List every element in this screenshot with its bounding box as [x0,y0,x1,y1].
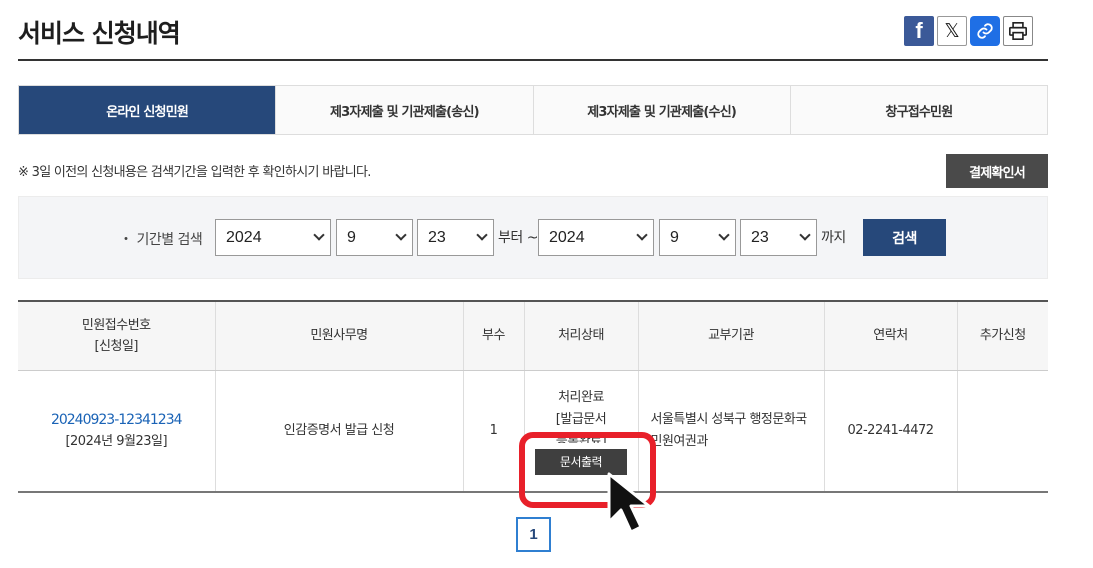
table-header-row: 민원접수번호 [신청일] 민원사무명 부수 처리상태 교부기관 연락처 추가신청 [18,301,1048,371]
to-day-select[interactable]: 23 [740,219,817,256]
status-text: 처리완료 [558,389,604,405]
chevron-down-icon [395,229,407,241]
header-extra-request: 추가신청 [957,301,1048,371]
to-year-value: 2024 [549,228,585,246]
from-day-value: 23 [428,228,446,246]
title-divider [18,59,1048,61]
to-day-value: 23 [751,228,769,246]
receipt-number-link[interactable]: 20240923-12341234 [18,409,215,431]
from-month-select[interactable]: 9 [336,219,413,256]
application-date: [2024년 9월23일] [65,433,168,449]
to-suffix: 까지 [821,230,846,246]
agency-department: 민원여권과 [650,433,709,449]
header-service-name: 민원사무명 [215,301,464,371]
status-detail: [발급문서 [555,411,607,427]
printer-icon [1009,22,1027,40]
header-contact: 연락처 [824,301,958,371]
chevron-down-icon [799,229,811,241]
search-button[interactable]: 검색 [863,219,946,256]
chevron-down-icon [476,229,488,241]
tab-counter-application[interactable]: 창구접수민원 [791,86,1047,134]
period-search-panel: ・ 기간별 검색 2024 9 23 부터 ~ 2024 9 23 까지 검색 [18,196,1048,279]
from-month-value: 9 [347,228,356,246]
payment-receipt-button[interactable]: 결제확인서 [946,154,1048,188]
cell-status: 처리완료 [발급문서 등록완료] 문서출력 [524,370,639,492]
application-table: 민원접수번호 [신청일] 민원사무명 부수 처리상태 교부기관 연락처 추가신청… [18,300,1048,493]
to-month-value: 9 [670,228,679,246]
header-agency: 교부기관 [638,301,825,371]
link-icon [977,23,993,39]
page-title: 서비스 신청내역 [18,19,181,48]
header-status: 처리상태 [524,301,639,371]
from-suffix: 부터 ~ [498,230,538,246]
to-year-select[interactable]: 2024 [538,219,654,256]
cell-copies: 1 [463,370,525,492]
chevron-down-icon [718,229,730,241]
from-year-value: 2024 [226,228,262,246]
chevron-down-icon [636,229,648,241]
agency-name: 서울특별시 성북구 행정문화국 [650,411,808,427]
cell-receipt-number: 20240923-12341234 [2024년 9월23일] [18,370,216,492]
print-document-button[interactable]: 문서출력 [535,448,627,475]
status-detail-2: 등록완료] [555,433,607,443]
cell-service-name: 인감증명서 발급 신청 [215,370,464,492]
share-toolbar: f 𝕏 [904,16,1033,46]
tab-third-party-sent[interactable]: 제3자제출 및 기관제출(송신) [276,86,534,134]
cell-extra-request [957,370,1048,492]
to-month-select[interactable]: 9 [659,219,736,256]
header-application-date-label: [신청일] [94,338,139,354]
facebook-share-icon[interactable]: f [904,16,934,46]
from-day-select[interactable]: 23 [417,219,494,256]
tab-bar: 온라인 신청민원 제3자제출 및 기관제출(송신) 제3자제출 및 기관제출(수… [18,85,1048,135]
cell-agency: 서울특별시 성북구 행정문화국 민원여권과 [638,370,825,492]
x-share-icon[interactable]: 𝕏 [937,16,967,46]
print-icon[interactable] [1003,16,1033,46]
header-receipt-number-label: 민원접수번호 [81,317,151,333]
pagination-page-1[interactable]: 1 [516,517,551,552]
header-copies: 부수 [463,301,525,371]
cell-contact: 02-2241-4472 [824,370,958,492]
from-year-select[interactable]: 2024 [215,219,331,256]
tab-third-party-received[interactable]: 제3자제출 및 기관제출(수신) [534,86,791,134]
search-notice: ※ 3일 이전의 신청내용은 검색기간을 입력한 후 확인하시기 바랍니다. [18,165,371,180]
period-search-label: ・ 기간별 검색 [119,232,203,248]
tab-online-application[interactable]: 온라인 신청민원 [19,86,277,134]
table-row: 20240923-12341234 [2024년 9월23일] 인감증명서 발급… [18,370,1048,492]
copy-link-icon[interactable] [970,16,1000,46]
header-receipt-number: 민원접수번호 [신청일] [18,301,216,371]
chevron-down-icon [313,229,325,241]
